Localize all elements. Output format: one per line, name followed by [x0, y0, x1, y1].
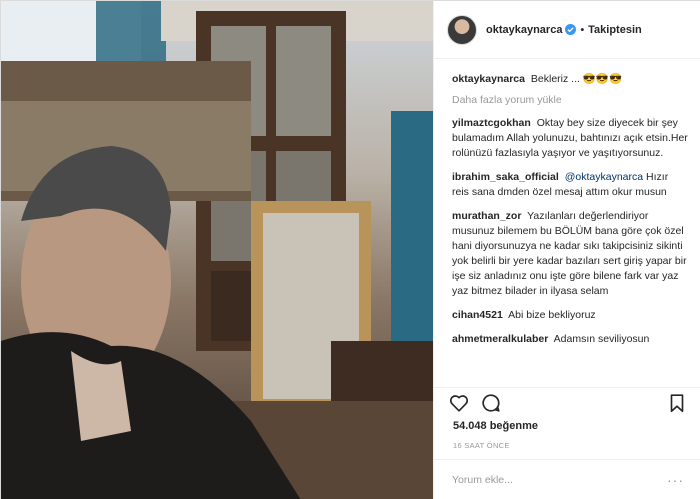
avatar[interactable] [447, 14, 477, 45]
verified-badge-icon [565, 24, 577, 35]
comment-item: cihan4521 Abi bize bekliyoruz [452, 308, 688, 323]
comment-username[interactable]: ibrahim_saka_official [452, 171, 559, 183]
post-header: oktaykaynarca • Takiptesin [434, 1, 700, 59]
caption: oktaykaynarca Bekleriz ... 😎😎😎 [452, 72, 688, 87]
caption-text: Bekleriz ... 😎😎😎 [530, 73, 623, 85]
comment-input[interactable] [452, 474, 667, 486]
add-comment-bar: ··· [434, 459, 700, 499]
caption-username[interactable]: oktaykaynarca [452, 73, 525, 85]
more-options-icon[interactable]: ··· [667, 472, 684, 488]
comment-item: ibrahim_saka_official @oktaykaynarca Hız… [452, 170, 688, 200]
comment-item: yilmaztcgokhan Oktay bey size diyecek bi… [452, 116, 688, 161]
comment-username[interactable]: cihan4521 [452, 309, 503, 321]
following-button[interactable]: Takiptesin [588, 24, 642, 36]
comments-list: oktaykaynarca Bekleriz ... 😎😎😎 Daha fazl… [434, 59, 700, 387]
post-side-panel: oktaykaynarca • Takiptesin oktaykaynarca… [433, 1, 700, 499]
selfie-image [1, 1, 433, 499]
post-photo[interactable] [1, 1, 433, 499]
comment-username[interactable]: yilmaztcgokhan [452, 117, 531, 129]
comment-item: ahmetmeralkulaber Adamsın seviliyosun [452, 332, 688, 347]
comment-username[interactable]: ahmetmeralkulaber [452, 333, 548, 345]
comment-text: Yazılanları değerlendiriyor musunuz bile… [452, 210, 687, 297]
post-timestamp: 16 SAAT ÖNCE [453, 441, 510, 450]
like-count[interactable]: 54.048 beğenme [453, 420, 538, 432]
comment-item: murathan_zor Yazılanları değerlendiriyor… [452, 209, 688, 299]
comment-text: Adamsın seviliyosun [553, 333, 650, 345]
post-actions-bar [434, 387, 700, 417]
comment-text: Abi bize bekliyoruz [508, 309, 596, 321]
load-more-comments-link[interactable]: Daha fazla yorum yükle [452, 94, 688, 106]
separator-dot: • [580, 23, 585, 36]
bookmark-icon[interactable] [666, 392, 688, 414]
heart-icon[interactable] [448, 392, 470, 414]
comment-mention[interactable]: @oktaykaynarca [565, 171, 643, 183]
header-username[interactable]: oktaykaynarca [486, 24, 562, 36]
post-frame: oktaykaynarca • Takiptesin oktaykaynarca… [0, 0, 700, 499]
comment-bubble-icon[interactable] [480, 392, 502, 414]
comment-username[interactable]: murathan_zor [452, 210, 521, 222]
